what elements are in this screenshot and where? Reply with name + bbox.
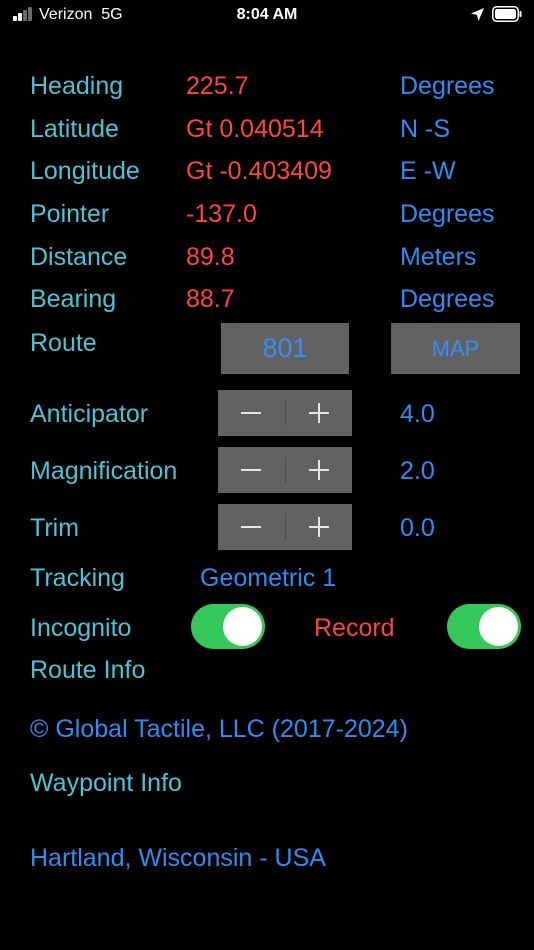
- route-number-button[interactable]: 801: [221, 323, 349, 374]
- map-button[interactable]: MAP: [391, 323, 520, 374]
- latitude-label: Latitude: [30, 115, 119, 143]
- magnification-label: Magnification: [30, 457, 178, 485]
- anticipator-value: 4.0: [400, 400, 435, 428]
- route-label: Route: [30, 329, 97, 357]
- anticipator-decrement-button[interactable]: [218, 390, 285, 436]
- distance-value: 89.8: [186, 243, 235, 271]
- toggle-knob: [479, 607, 518, 646]
- plus-icon: [308, 517, 329, 537]
- tracking-label: Tracking: [30, 564, 125, 592]
- magnification-value: 2.0: [400, 457, 435, 485]
- status-bar: Verizon 5G 8:04 AM: [0, 0, 534, 32]
- copyright-link[interactable]: © Global Tactile, LLC (2017-2024): [30, 715, 408, 744]
- pointer-label: Pointer: [30, 200, 110, 228]
- anticipator-increment-button[interactable]: [286, 390, 353, 436]
- plus-icon: [308, 403, 329, 423]
- status-time: 8:04 AM: [236, 6, 298, 23]
- longitude-unit: E -W: [400, 157, 456, 185]
- magnification-decrement-button[interactable]: [218, 447, 285, 493]
- magnification-stepper: [218, 447, 352, 493]
- pointer-unit: Degrees: [400, 200, 495, 228]
- distance-unit: Meters: [400, 243, 477, 271]
- pointer-value: -137.0: [186, 200, 257, 228]
- location-arrow-icon: [471, 8, 484, 21]
- bearing-label: Bearing: [30, 285, 117, 313]
- minus-icon: [241, 469, 262, 471]
- trim-label: Trim: [30, 514, 80, 542]
- magnification-increment-button[interactable]: [286, 447, 353, 493]
- minus-icon: [241, 412, 262, 414]
- anticipator-stepper: [218, 390, 352, 436]
- incognito-toggle[interactable]: [191, 604, 265, 649]
- battery-icon: [492, 6, 522, 22]
- heading-label: Heading: [30, 72, 124, 100]
- latitude-value: Gt 0.040514: [186, 115, 324, 143]
- trim-increment-button[interactable]: [286, 504, 353, 550]
- tracking-mode-button[interactable]: Geometric 1: [200, 564, 336, 593]
- trim-stepper: [218, 504, 352, 550]
- incognito-label: Incognito: [30, 614, 132, 642]
- trim-decrement-button[interactable]: [218, 504, 285, 550]
- bearing-unit: Degrees: [400, 285, 495, 313]
- location-link[interactable]: Hartland, Wisconsin - USA: [30, 844, 326, 873]
- waypoint-info-label: Waypoint Info: [30, 769, 182, 797]
- record-toggle[interactable]: [447, 604, 521, 649]
- anticipator-label: Anticipator: [30, 400, 149, 428]
- heading-value: 225.7: [186, 72, 249, 100]
- plus-icon: [308, 460, 329, 480]
- longitude-label: Longitude: [30, 157, 140, 185]
- record-label: Record: [314, 614, 395, 642]
- route-info-label: Route Info: [30, 656, 146, 684]
- longitude-value: Gt -0.403409: [186, 157, 332, 185]
- trim-value: 0.0: [400, 514, 435, 542]
- bearing-value: 88.7: [186, 285, 235, 313]
- toggle-knob: [223, 607, 262, 646]
- latitude-unit: N -S: [400, 115, 450, 143]
- distance-label: Distance: [30, 243, 128, 271]
- heading-unit: Degrees: [400, 72, 495, 100]
- minus-icon: [241, 526, 262, 528]
